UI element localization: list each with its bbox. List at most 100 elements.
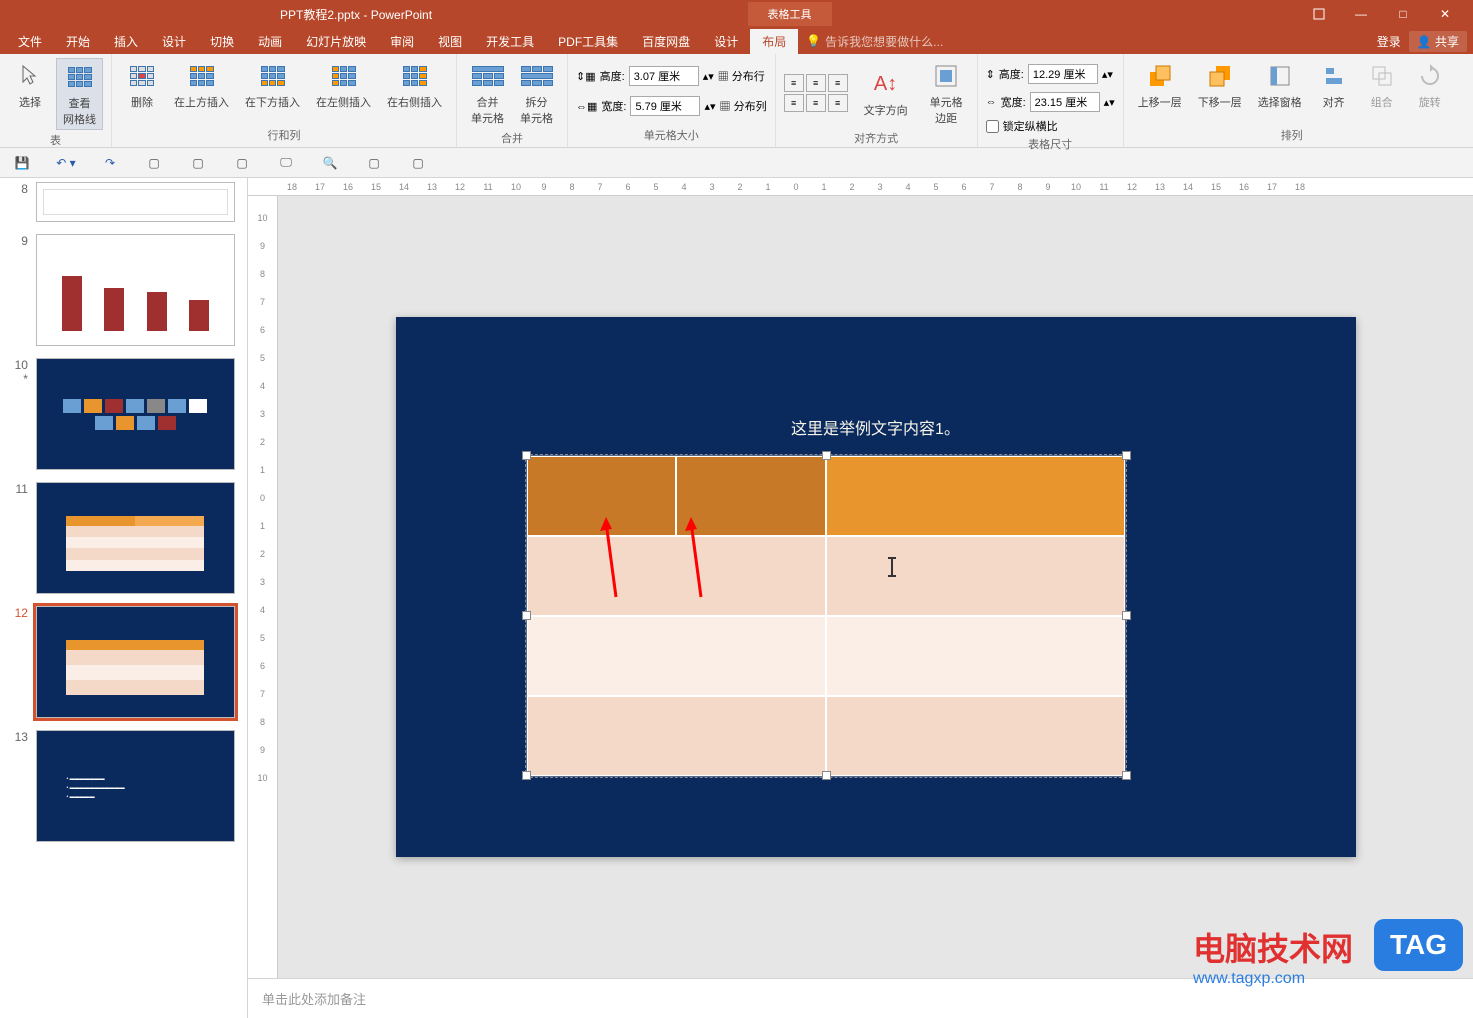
selection-handle[interactable] xyxy=(522,771,531,780)
table-width-input[interactable] xyxy=(1030,92,1100,112)
delete-button[interactable]: 删除 xyxy=(120,58,164,112)
slide-thumb-9[interactable]: 9 xyxy=(0,228,247,352)
merge-cells-button[interactable]: 合并 单元格 xyxy=(465,58,510,128)
split-cells-button[interactable]: 拆分 单元格 xyxy=(514,58,559,128)
align-tl[interactable]: ≡ xyxy=(784,74,804,92)
slide-thumb-8[interactable]: 8 xyxy=(0,182,247,228)
table-header-cell[interactable] xyxy=(676,456,826,536)
send-backward-button[interactable]: 下移一层 xyxy=(1192,58,1248,112)
insert-right-icon xyxy=(399,60,431,92)
qat-btn-8[interactable]: 🔍 xyxy=(320,153,340,173)
align-button[interactable]: 对齐 xyxy=(1312,58,1356,112)
menu-table-design[interactable]: 设计 xyxy=(702,29,750,54)
menu-table-layout[interactable]: 布局 xyxy=(750,29,798,54)
table-cell[interactable] xyxy=(826,696,1125,776)
selection-handle[interactable] xyxy=(822,771,831,780)
slide-thumb-12[interactable]: 12 xyxy=(0,600,247,724)
selection-handle[interactable] xyxy=(822,451,831,460)
menu-baidu[interactable]: 百度网盘 xyxy=(630,29,702,54)
lock-ratio-checkbox[interactable] xyxy=(986,120,999,133)
menu-file[interactable]: 文件 xyxy=(6,29,54,54)
table-cell[interactable] xyxy=(527,536,826,616)
menubar: 文件 开始 插入 设计 切换 动画 幻灯片放映 审阅 视图 开发工具 PDF工具… xyxy=(0,28,1473,54)
selection-handle[interactable] xyxy=(522,451,531,460)
minimize-button[interactable]: — xyxy=(1341,0,1381,28)
align-tc[interactable]: ≡ xyxy=(806,74,826,92)
align-tr[interactable]: ≡ xyxy=(828,74,848,92)
undo-button[interactable]: ↶ ▾ xyxy=(56,153,76,173)
qat-btn-7[interactable]: 🖵 xyxy=(276,153,296,173)
selection-handle[interactable] xyxy=(1122,771,1131,780)
slide-canvas[interactable]: 这里是举例文字内容1。 xyxy=(278,196,1473,978)
align-mr[interactable]: ≡ xyxy=(828,94,848,112)
slide-thumb-11[interactable]: 11 xyxy=(0,476,247,600)
notes-pane[interactable]: 单击此处添加备注 xyxy=(248,978,1473,1018)
distribute-cols-button[interactable]: ▦ 分布列 xyxy=(720,98,767,114)
align-mc[interactable]: ≡ xyxy=(806,94,826,112)
menu-transitions[interactable]: 切换 xyxy=(198,29,246,54)
redo-button[interactable]: ↷ xyxy=(100,153,120,173)
insert-right-button[interactable]: 在右侧插入 xyxy=(381,58,448,112)
table-cell[interactable] xyxy=(826,616,1125,696)
table-cell[interactable] xyxy=(527,616,826,696)
slide-title[interactable]: 这里是举例文字内容1。 xyxy=(396,415,1356,439)
view-gridlines-button[interactable]: 查看 网格线 xyxy=(56,58,103,130)
maximize-button[interactable]: □ xyxy=(1383,0,1423,28)
bring-forward-button[interactable]: 上移一层 xyxy=(1132,58,1188,112)
menu-developer[interactable]: 开发工具 xyxy=(474,29,546,54)
table-header-cell[interactable] xyxy=(527,456,677,536)
menu-review[interactable]: 审阅 xyxy=(378,29,426,54)
insert-above-button[interactable]: 在上方插入 xyxy=(168,58,235,112)
ribbon-display-options[interactable] xyxy=(1299,0,1339,28)
qat-btn-5[interactable]: ▢ xyxy=(188,153,208,173)
tell-me-search[interactable]: 💡 告诉我您想要做什么... xyxy=(806,33,943,50)
qat-btn-4[interactable]: ▢ xyxy=(144,153,164,173)
qat-btn-9[interactable]: ▢ xyxy=(364,153,384,173)
menu-slideshow[interactable]: 幻灯片放映 xyxy=(294,29,378,54)
bring-forward-icon xyxy=(1144,60,1176,92)
cell-height-input[interactable] xyxy=(629,66,699,86)
slide-table[interactable] xyxy=(526,455,1126,777)
menu-design[interactable]: 设计 xyxy=(150,29,198,54)
selection-handle[interactable] xyxy=(1122,611,1131,620)
slide-panel[interactable]: 8 9 10* 11 12 13• ▬▬▬▬▬▬▬• ▬▬▬▬▬▬▬▬▬▬▬• … xyxy=(0,178,248,1018)
rotate-button[interactable]: 旋转 xyxy=(1408,58,1452,112)
share-button[interactable]: 👤 共享 xyxy=(1409,31,1467,52)
insert-left-button[interactable]: 在左侧插入 xyxy=(310,58,377,112)
selection-handle[interactable] xyxy=(1122,451,1131,460)
table-height-input[interactable] xyxy=(1028,64,1098,84)
insert-above-icon xyxy=(186,60,218,92)
qat-btn-10[interactable]: ▢ xyxy=(408,153,428,173)
menu-insert[interactable]: 插入 xyxy=(102,29,150,54)
table-cell[interactable] xyxy=(826,536,1125,616)
close-button[interactable]: ✕ xyxy=(1425,0,1465,28)
menu-animations[interactable]: 动画 xyxy=(246,29,294,54)
selection-pane-button[interactable]: 选择窗格 xyxy=(1252,58,1308,112)
align-ml[interactable]: ≡ xyxy=(784,94,804,112)
cell-margins-button[interactable]: 单元格 边距 xyxy=(924,58,969,128)
slide-thumb-10[interactable]: 10* xyxy=(0,352,247,476)
distribute-rows-button[interactable]: ▦ 分布行 xyxy=(718,68,765,84)
login-link[interactable]: 登录 xyxy=(1377,33,1401,50)
margins-icon xyxy=(930,60,962,92)
horizontal-ruler[interactable]: 1817161514131211109876543210123456789101… xyxy=(248,178,1473,196)
insert-below-button[interactable]: 在下方插入 xyxy=(239,58,306,112)
vertical-ruler[interactable]: 10987654321012345678910 xyxy=(248,196,278,978)
group-button[interactable]: 组合 xyxy=(1360,58,1404,112)
menu-pdf[interactable]: PDF工具集 xyxy=(546,29,630,54)
select-button[interactable]: 选择 xyxy=(8,58,52,112)
slide-12[interactable]: 这里是举例文字内容1。 xyxy=(396,317,1356,857)
menu-home[interactable]: 开始 xyxy=(54,29,102,54)
qat-btn-6[interactable]: ▢ xyxy=(232,153,252,173)
gridlines-icon xyxy=(64,61,96,93)
text-direction-button[interactable]: A↕ 文字方向 xyxy=(858,66,914,120)
table-cell[interactable] xyxy=(527,696,826,776)
selection-handle[interactable] xyxy=(522,611,531,620)
table-header-cell[interactable] xyxy=(826,456,1125,536)
ribbon: 选择 查看 网格线 表 删除 在上方插入 在下方插入 xyxy=(0,54,1473,148)
menu-view[interactable]: 视图 xyxy=(426,29,474,54)
cell-width-input[interactable] xyxy=(630,96,700,116)
slide-thumb-13[interactable]: 13• ▬▬▬▬▬▬▬• ▬▬▬▬▬▬▬▬▬▬▬• ▬▬▬▬▬ xyxy=(0,724,247,848)
save-button[interactable]: 💾 xyxy=(12,153,32,173)
titlebar: PPT教程2.pptx - PowerPoint 表格工具 — □ ✕ xyxy=(0,0,1473,28)
